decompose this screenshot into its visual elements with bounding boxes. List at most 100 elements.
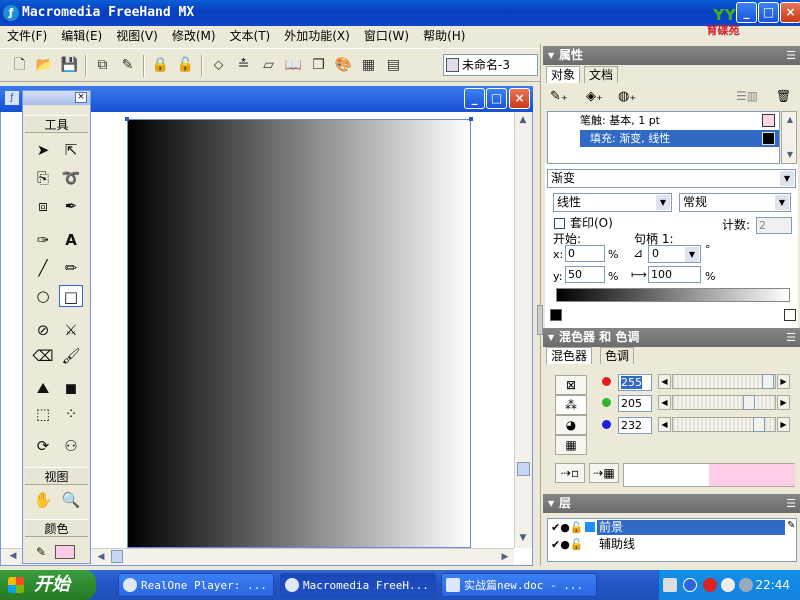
scale-icon[interactable]: ⧈ (31, 195, 55, 217)
menu-text[interactable]: 文本(T) (223, 26, 278, 46)
menu-xtras[interactable]: 外加功能(X) (277, 26, 357, 46)
attr-scroll-down-icon[interactable]: ▼ (782, 147, 798, 163)
layer-foreground[interactable]: 前景 (597, 520, 785, 535)
knife-icon[interactable]: ⚔ (59, 319, 83, 341)
attribute-list-scrollbar[interactable]: ▲ ▼ (781, 111, 797, 164)
selection-handle[interactable] (125, 117, 129, 121)
tools-close-icon[interactable]: × (75, 92, 87, 103)
blue-value-field[interactable]: 232 (618, 417, 652, 434)
page-tool-icon[interactable]: ⎘ (31, 167, 55, 189)
gradient-type-select[interactable]: 线性 ▼ (553, 193, 672, 212)
start-button[interactable]: 开始 (0, 570, 96, 600)
keyboard-icon[interactable] (663, 578, 677, 592)
scroll-up-icon[interactable]: ▲ (515, 112, 531, 128)
stroke-color-icon[interactable]: ✎ (29, 541, 53, 563)
system-color-icon[interactable]: ▦ (555, 435, 587, 455)
subselect-icon[interactable]: ⇱ (59, 139, 83, 161)
layers-icon[interactable]: ▤ (382, 54, 405, 77)
green-slider[interactable] (672, 395, 776, 410)
network-icon[interactable] (739, 578, 753, 592)
green-slider-left-icon[interactable]: ◀ (658, 395, 671, 410)
text-tool-icon[interactable]: A (59, 229, 83, 251)
collapse-triangle-icon[interactable]: ▼ (548, 494, 554, 513)
blend-icon[interactable]: ⛰ (31, 377, 55, 399)
blue-slider[interactable] (672, 417, 776, 432)
x-field[interactable]: 0 (565, 245, 605, 262)
task-word[interactable]: 实战篇new.doc - ... (441, 573, 597, 597)
save-icon[interactable]: 💾 (58, 54, 81, 77)
gradient-mode-select[interactable]: 常规 ▼ (679, 193, 791, 212)
add-to-swatches-icon[interactable]: ⇢▫ (555, 463, 585, 483)
new-file-icon[interactable]: 🗋 (8, 54, 31, 77)
doc-close-button[interactable]: × (509, 88, 530, 109)
rotate-icon[interactable]: ⟳ (31, 435, 55, 457)
tab-mixer[interactable]: 混色器 (546, 347, 593, 364)
panel-menu-icon[interactable]: ☰ (786, 46, 796, 65)
task-realone[interactable]: RealOne Player: ... (118, 573, 274, 597)
doc-maximize-button[interactable]: □ (486, 88, 507, 109)
vertical-scroll-thumb[interactable] (517, 462, 530, 476)
red-slider-left-icon[interactable]: ◀ (658, 374, 671, 389)
add-fill-icon[interactable]: ◈₊ (586, 89, 614, 107)
gradient-end-stop[interactable] (784, 309, 796, 321)
panel-collapse-handle[interactable] (537, 305, 543, 335)
collapse-triangle-icon[interactable]: ▼ (548, 328, 554, 347)
align-icon[interactable]: ≛ (232, 54, 255, 77)
menu-view[interactable]: 视图(V) (109, 26, 165, 46)
document-select[interactable]: 未命名-3 (443, 54, 538, 76)
library-icon[interactable]: 📖 (282, 54, 305, 77)
rectangle-icon[interactable]: □ (59, 285, 83, 307)
horizontal-scroll-thumb[interactable] (111, 550, 123, 563)
fill-type-select[interactable]: 渐变 ▼ (547, 169, 796, 188)
menu-file[interactable]: 文件(F) (0, 26, 54, 46)
tab-document[interactable]: 文档 (584, 66, 619, 83)
task-freehand[interactable]: Macromedia FreeH... (280, 573, 436, 597)
fill-color-swatch[interactable] (55, 545, 75, 559)
green-slider-thumb[interactable] (743, 395, 755, 410)
brush-icon[interactable]: 🖌 (59, 345, 83, 367)
tab-object[interactable]: 对象 (546, 66, 581, 83)
chart-icon[interactable]: ⚇ (59, 435, 83, 457)
app-title-bar[interactable]: ƒ Macromedia FreeHand MX _ □ × (0, 0, 800, 26)
panel-menu-icon[interactable]: ☰ (786, 494, 796, 513)
antivirus-icon[interactable] (703, 578, 717, 592)
steps-field[interactable]: 2 (756, 217, 792, 234)
blue-slider-right-icon[interactable]: ▶ (777, 417, 790, 432)
line-icon[interactable]: ╱ (31, 257, 55, 279)
pointer-icon[interactable]: ➤ (31, 139, 55, 161)
layers-panel-header[interactable]: ▼ 层 ☰ (543, 494, 800, 513)
gradient-rectangle[interactable] (125, 117, 473, 548)
add-effect-icon[interactable]: ◍₊ (618, 89, 646, 107)
attribute-row-fill[interactable]: 填充: 渐变, 线性 (580, 130, 779, 147)
export-icon[interactable]: ✎ (116, 54, 139, 77)
group-icon[interactable]: ⬦ (207, 54, 230, 77)
shadow-icon[interactable]: ◼ (59, 377, 83, 399)
red-value-field[interactable]: 255 (618, 374, 652, 391)
scroll-down-icon[interactable]: ▼ (515, 530, 531, 546)
volume-icon[interactable] (721, 578, 735, 592)
layer-visibility-icon[interactable]: ✔●🔓 (551, 538, 584, 552)
green-slider-right-icon[interactable]: ▶ (777, 395, 790, 410)
maximize-button[interactable]: □ (758, 2, 779, 23)
unlock-icon[interactable]: 🔓 (174, 54, 197, 77)
angle-select[interactable]: 0 ▼ (648, 245, 701, 263)
document-window-icon[interactable]: ƒ (5, 91, 19, 105)
scroll-right-icon[interactable]: ▶ (497, 549, 513, 565)
selection-handle[interactable] (469, 117, 473, 121)
import-icon[interactable]: ⧉ (91, 54, 114, 77)
panel-menu-icon[interactable]: ☰ (786, 328, 796, 347)
freehand-app-icon[interactable]: ƒ (3, 5, 19, 21)
add-stroke-icon[interactable]: ✎₊ (550, 89, 578, 107)
collapse-triangle-icon[interactable]: ▼ (548, 46, 554, 65)
layer-color-swatch[interactable] (585, 522, 595, 532)
menu-help[interactable]: 帮助(H) (416, 26, 472, 46)
open-folder-icon[interactable]: 📂 (33, 54, 56, 77)
swatches-icon[interactable]: 🎨 (332, 54, 355, 77)
overprint-checkbox[interactable] (554, 218, 565, 229)
tab-tints[interactable]: 色调 (600, 347, 635, 364)
table-icon[interactable]: ▦ (357, 54, 380, 77)
tray-expand-icon[interactable] (683, 578, 697, 592)
red-slider[interactable] (672, 374, 776, 389)
pencil-icon[interactable]: ✏ (59, 257, 83, 279)
paint-icon[interactable]: ⊘ (31, 319, 55, 341)
